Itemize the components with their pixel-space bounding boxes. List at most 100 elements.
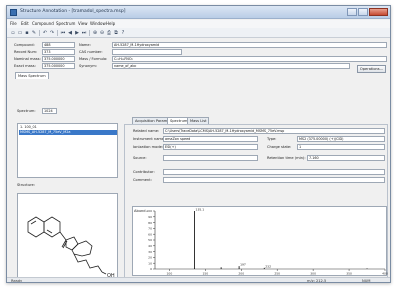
y-tick-label: 70 bbox=[148, 227, 152, 231]
indole-ring bbox=[65, 236, 79, 251]
spectrum-count-field[interactable]: 1024 bbox=[42, 108, 57, 114]
y-tick-label: 40 bbox=[148, 244, 152, 248]
charge-field[interactable]: 1 bbox=[297, 144, 385, 150]
y-tick-label: 90 bbox=[148, 215, 152, 219]
naphthalene-ring-a bbox=[27, 216, 45, 238]
ionization-field[interactable]: ESI(+) bbox=[163, 144, 258, 150]
new-icon[interactable]: ▫ bbox=[10, 30, 16, 36]
help-icon[interactable]: ? bbox=[120, 30, 126, 36]
first-record-icon[interactable]: ⏮ bbox=[60, 30, 66, 36]
edit-icon[interactable]: ✎ bbox=[31, 30, 37, 36]
status-num-lock: NUM bbox=[362, 279, 371, 283]
menu-edit[interactable]: Edit bbox=[21, 21, 29, 26]
menu-window[interactable]: Window bbox=[90, 21, 106, 26]
x-tick-label: 150 bbox=[202, 272, 208, 276]
comment-label: Comment: bbox=[133, 178, 152, 182]
related-name-field[interactable]: C:\Users\TraceData\LCMS\AH-5287_M-1Hydro… bbox=[163, 128, 385, 134]
structure-label: Structure: bbox=[17, 183, 35, 187]
app-icon bbox=[10, 9, 17, 16]
status-ready: Ready bbox=[11, 279, 23, 283]
ionization-label: Ionization mode: bbox=[133, 145, 164, 149]
source-label: Source: bbox=[133, 156, 147, 160]
list-item[interactable]: MSMS_AH-5287_M_75eV_M2a bbox=[19, 130, 117, 135]
type-label: Type: bbox=[267, 137, 277, 141]
tab-mass-list[interactable]: Mass List bbox=[187, 117, 210, 124]
nominal-mass-label: Nominal mass: bbox=[14, 57, 41, 61]
exact-mass-field[interactable]: 375.000000 bbox=[42, 63, 75, 69]
synonym-label: Synonym: bbox=[79, 64, 98, 68]
y-tick-label: 100 bbox=[146, 209, 152, 213]
type-field[interactable]: MS2 (375.00000) (+)(CID) bbox=[297, 136, 385, 142]
copy-icon[interactable]: ⧉ bbox=[113, 30, 119, 36]
x-tick-label: 350 bbox=[346, 272, 352, 276]
menu-help[interactable]: Help bbox=[106, 21, 115, 26]
cas-field[interactable] bbox=[112, 49, 182, 55]
nominal-mass-field[interactable]: 375.000000 bbox=[42, 56, 75, 62]
name-field[interactable]: AH-5287_M-1Hydroxyamid bbox=[112, 42, 387, 48]
exact-mass-label: Exact mass: bbox=[14, 64, 36, 68]
print-icon[interactable]: ⎙ bbox=[106, 30, 112, 36]
zoom-out-icon[interactable]: ⊖ bbox=[99, 30, 105, 36]
comment-field[interactable] bbox=[163, 177, 385, 183]
window-title: Structure Annotation - [tramadol_spectra… bbox=[20, 9, 126, 14]
maximize-button[interactable] bbox=[358, 8, 368, 16]
molecule-structure: OH bbox=[27, 216, 115, 279]
undo-icon[interactable]: ↶ bbox=[42, 30, 48, 36]
save-icon[interactable]: ▪ bbox=[24, 30, 30, 36]
record-number-label: Record Num: bbox=[14, 50, 38, 54]
y-tick-label: 60 bbox=[148, 232, 152, 236]
x-tick-label: 250 bbox=[274, 272, 280, 276]
retention-time-label: Retention time (min): bbox=[267, 156, 306, 160]
toolbar-separator bbox=[89, 30, 90, 36]
redo-icon[interactable]: ↷ bbox=[49, 30, 55, 36]
operations-button[interactable]: Operations... bbox=[357, 65, 386, 73]
compound-label: Compound: bbox=[14, 43, 35, 47]
formula-field[interactable]: C₂₁H₂₅FNO₂ bbox=[112, 56, 387, 62]
minimize-button[interactable] bbox=[347, 8, 357, 16]
toolbar-separator bbox=[39, 30, 40, 36]
status-coordinates: m/z: 212.5 bbox=[307, 279, 327, 283]
y-tick-label: 50 bbox=[148, 238, 152, 242]
close-button[interactable] bbox=[369, 8, 388, 16]
previous-record-icon[interactable]: ◀ bbox=[67, 30, 73, 36]
related-name-label: Related name: bbox=[133, 129, 160, 133]
toolbar: ▫ ▭ ▪ ✎ ↶ ↷ ⏮ ◀ ▶ ⏭ ⊕ ⊖ ⎙ ⧉ ? bbox=[7, 28, 390, 38]
peak-label: 197 bbox=[240, 263, 246, 267]
menu-bar: File Edit Compound Spectrum View Window … bbox=[7, 20, 390, 28]
tab-mass-spectrum[interactable]: Mass Spectrum bbox=[15, 72, 49, 79]
zoom-in-icon[interactable]: ⊕ bbox=[92, 30, 98, 36]
spectrum-label: Spectrum: bbox=[17, 109, 36, 113]
charge-label: Charge state: bbox=[267, 145, 292, 149]
y-tick-label: 30 bbox=[148, 250, 152, 254]
structure-viewer[interactable]: OH bbox=[17, 193, 118, 280]
menu-file[interactable]: File bbox=[10, 21, 17, 26]
spectrum-chart: Abund. 0 1020 30 40 50 6070 80 90 100 100 150 200 25… bbox=[134, 208, 388, 276]
source-field[interactable] bbox=[163, 155, 258, 161]
y-tick-label: 80 bbox=[148, 221, 152, 225]
spectrum-plot[interactable]: Abund. 0 10 20 30 40 50 60 70 80 90 100 100 150 200 25… bbox=[132, 206, 388, 276]
contributor-field[interactable] bbox=[163, 169, 385, 175]
y-tick-label: 20 bbox=[148, 256, 152, 260]
instrument-label: Instrument name: bbox=[133, 137, 166, 141]
instrument-field[interactable]: amaZon speed bbox=[163, 136, 258, 142]
menu-spectrum[interactable]: Spectrum bbox=[56, 21, 75, 26]
x-tick-label: 300 bbox=[310, 272, 316, 276]
next-record-icon[interactable]: ▶ bbox=[74, 30, 80, 36]
title-bar[interactable]: Structure Annotation - [tramadol_spectra… bbox=[7, 6, 390, 19]
menu-compound[interactable]: Compound bbox=[32, 21, 54, 26]
contributor-label: Contributor: bbox=[133, 170, 155, 174]
naphthalene-ring-b bbox=[43, 216, 61, 238]
synonym-field[interactable]: name_of_abc bbox=[112, 63, 350, 69]
name-label: Name: bbox=[79, 43, 91, 47]
status-bar: Ready m/z: 212.5 NUM bbox=[7, 277, 390, 283]
formula-label: Mass / Formula: bbox=[79, 57, 108, 61]
application-window: Structure Annotation - [tramadol_spectra… bbox=[6, 5, 391, 283]
open-icon[interactable]: ▭ bbox=[17, 30, 23, 36]
menu-view[interactable]: View bbox=[78, 21, 88, 26]
peak-label: 135.1 bbox=[196, 208, 205, 212]
spectrum-list[interactable]: 1. 100_01 MSMS_AH-5287_M_75eV_M2a bbox=[17, 123, 118, 178]
compound-field[interactable]: 488 bbox=[42, 42, 75, 48]
last-record-icon[interactable]: ⏭ bbox=[81, 30, 87, 36]
retention-time-field[interactable]: 7.160 bbox=[307, 155, 385, 161]
record-number-field[interactable]: 373 bbox=[42, 49, 75, 55]
